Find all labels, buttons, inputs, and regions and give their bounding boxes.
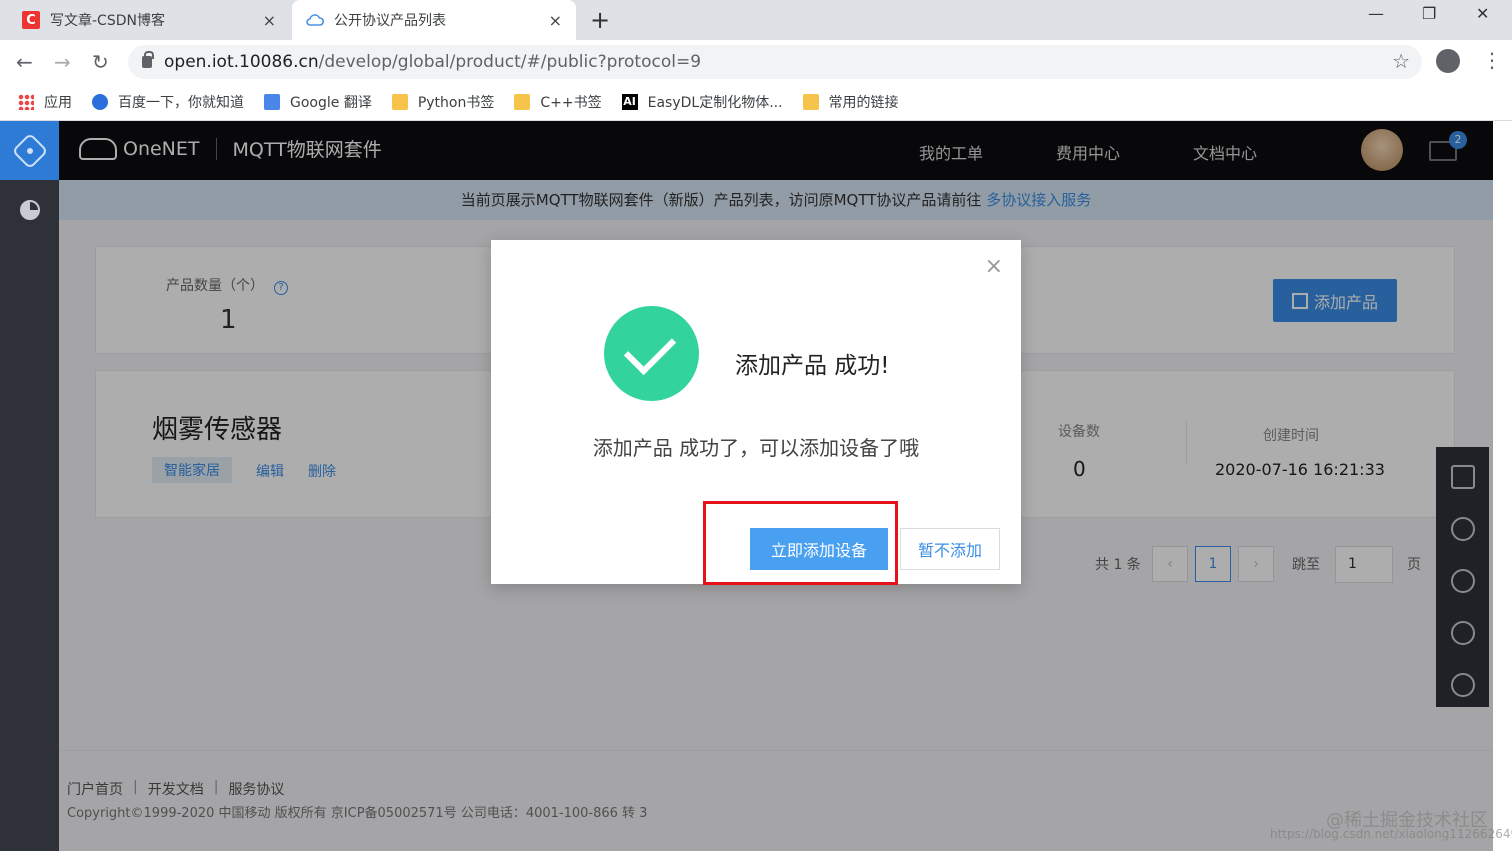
url-input[interactable]: open.iot.10086.cn/develop/global/product…	[128, 45, 1422, 79]
tab-title: 公开协议产品列表	[334, 13, 446, 29]
back-icon[interactable]: ←	[16, 50, 33, 74]
address-bar: ← → ↻ open.iot.10086.cn/develop/global/p…	[0, 40, 1512, 84]
dialog-message: 添加产品 成功了，可以添加设备了哦	[592, 436, 920, 460]
new-tab-button[interactable]: +	[590, 6, 610, 34]
forward-icon[interactable]: →	[54, 50, 71, 74]
bookmark-baidu[interactable]: 百度一下，你就知道	[92, 92, 244, 112]
bookmark-cpp[interactable]: C++书签	[514, 92, 602, 112]
dialog-title: 添加产品 成功!	[735, 353, 890, 379]
close-icon[interactable]: ×	[549, 11, 562, 30]
bookmarks-bar: 应用 百度一下，你就知道 Google 翻译 Python书签 C++书签 AI…	[0, 84, 1512, 121]
ai-icon: AI	[621, 94, 638, 110]
star-icon[interactable]: ☆	[1392, 49, 1410, 73]
cloud-icon	[306, 11, 324, 29]
restore-button[interactable]: ❐	[1422, 4, 1436, 23]
pie-chart-icon[interactable]	[20, 200, 40, 220]
profile-icon[interactable]	[1436, 49, 1460, 73]
bookmark-common-links[interactable]: 常用的链接	[802, 92, 899, 112]
tab-product-list[interactable]: 公开协议产品列表 ×	[292, 0, 576, 40]
bookmark-label: Python书签	[417, 95, 495, 111]
close-icon[interactable]: ×	[985, 254, 1003, 279]
watermark-url: https://blog.csdn.net/xiaolong1126626497	[1270, 827, 1512, 841]
bookmark-label: 百度一下，你就知道	[118, 95, 244, 111]
annotation-highlight-box	[703, 501, 898, 585]
csdn-icon: C	[22, 11, 40, 29]
folder-icon	[391, 94, 408, 110]
check-circle-icon	[604, 306, 699, 401]
url-path: /develop/global/product/#/public?protoco…	[318, 52, 702, 72]
tab-title: 写文章-CSDN博客	[50, 13, 165, 29]
google-translate-icon	[264, 94, 280, 110]
lock-icon	[142, 51, 154, 68]
baidu-icon	[92, 94, 108, 110]
more-menu-icon[interactable]: ⋮	[1482, 48, 1502, 72]
bookmark-google-translate[interactable]: Google 翻译	[264, 92, 372, 112]
close-window-button[interactable]: ✕	[1476, 4, 1489, 23]
bookmark-label: C++书签	[540, 95, 602, 111]
bookmark-label: EasyDL定制化物体...	[647, 95, 783, 111]
browser-tabbar: C 写文章-CSDN博客 × 公开协议产品列表 × + — ❐ ✕	[0, 0, 1512, 40]
bookmark-apps[interactable]: 应用	[18, 92, 72, 112]
tab-csdn[interactable]: C 写文章-CSDN博客 ×	[8, 0, 290, 40]
bookmark-python[interactable]: Python书签	[391, 92, 495, 112]
skip-add-button[interactable]: 暂不添加	[900, 528, 1000, 570]
bookmark-label: 常用的链接	[828, 95, 899, 111]
bookmark-label: Google 翻译	[290, 95, 372, 111]
folder-icon	[514, 94, 531, 110]
bookmark-easydl[interactable]: AI EasyDL定制化物体...	[621, 92, 783, 112]
reload-icon[interactable]: ↻	[92, 50, 109, 74]
bookmark-label: 应用	[44, 95, 72, 111]
apps-icon	[18, 94, 34, 110]
hexagon-icon	[11, 132, 48, 169]
sidebar-home[interactable]	[0, 121, 59, 180]
url-host: open.iot.10086.cn	[164, 52, 319, 72]
folder-icon	[802, 94, 819, 110]
close-icon[interactable]: ×	[263, 11, 276, 30]
minimize-button[interactable]: —	[1368, 4, 1384, 23]
app-sidebar	[0, 121, 59, 851]
